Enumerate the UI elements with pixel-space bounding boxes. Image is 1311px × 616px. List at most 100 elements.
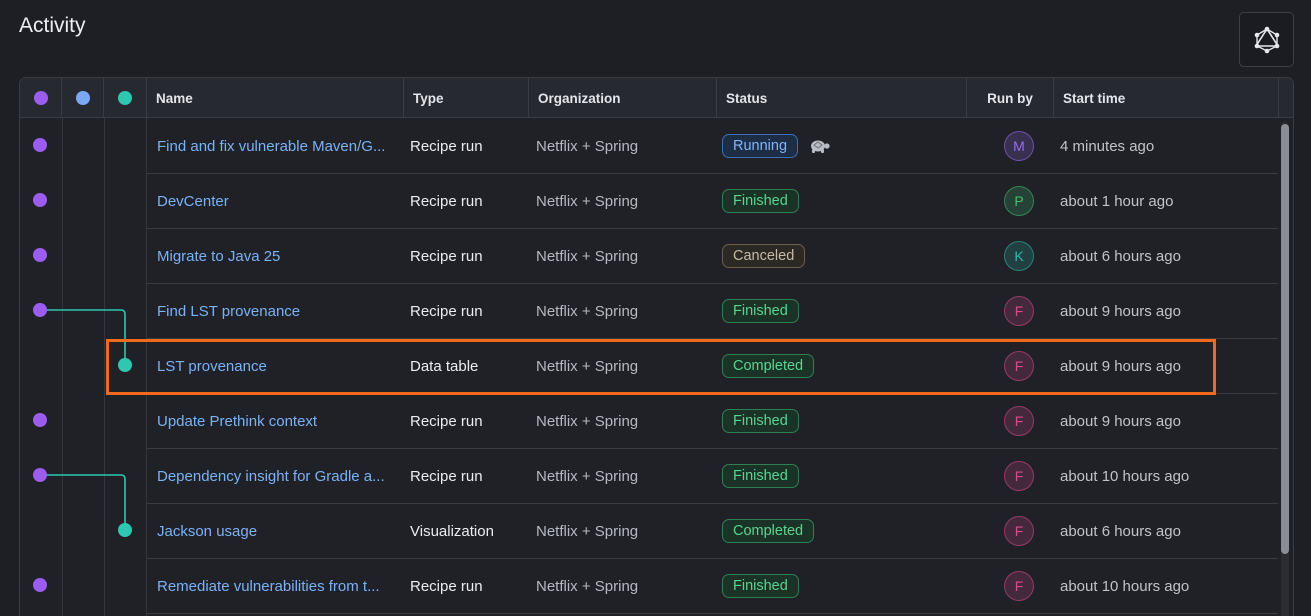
table-row[interactable]: Remediate vulnerabilities from t... Reci…: [147, 559, 1278, 614]
run-type: Recipe run: [410, 137, 483, 155]
table-row[interactable]: Find and fix vulnerable Maven/G... Recip…: [147, 119, 1278, 174]
turtle-icon: [807, 138, 831, 154]
column-header-organization[interactable]: Organization: [529, 78, 717, 118]
start-time: about 9 hours ago: [1060, 302, 1181, 320]
table-row[interactable]: Update Prethink context Recipe run Netfl…: [147, 394, 1278, 449]
table-row[interactable]: Migrate to Java 25 Recipe run Netflix + …: [147, 229, 1278, 284]
avatar[interactable]: F: [1004, 516, 1034, 546]
run-name-link[interactable]: Update Prethink context: [157, 394, 397, 448]
run-name-link[interactable]: Find and fix vulnerable Maven/G...: [157, 119, 397, 173]
run-name-link[interactable]: Jackson usage: [157, 504, 397, 558]
graph-node[interactable]: [33, 248, 47, 262]
column-header-type[interactable]: Type: [404, 78, 529, 118]
column-header-start-time[interactable]: Start time: [1054, 78, 1279, 118]
run-name-link[interactable]: Find LST provenance: [157, 284, 397, 338]
organization: Netflix + Spring: [536, 302, 639, 320]
run-type: Recipe run: [410, 192, 483, 210]
table-row[interactable]: DevCenter Recipe run Netflix + Spring Fi…: [147, 174, 1278, 229]
avatar[interactable]: F: [1004, 406, 1034, 436]
run-name-link[interactable]: Remediate vulnerabilities from t...: [157, 559, 397, 613]
column-header-name[interactable]: Name: [147, 78, 404, 118]
run-by-cell: F: [993, 559, 1045, 613]
run-type: Visualization: [410, 522, 494, 540]
avatar[interactable]: P: [1004, 186, 1034, 216]
graph-node[interactable]: [118, 523, 132, 537]
start-time: about 9 hours ago: [1060, 412, 1181, 430]
status-badge: Finished: [722, 189, 799, 213]
run-by-cell: F: [993, 284, 1045, 338]
graph-view-button[interactable]: [1239, 12, 1294, 67]
organization: Netflix + Spring: [536, 137, 639, 155]
avatar[interactable]: M: [1004, 131, 1034, 161]
table-header: Name Type Organization Status Run by Sta…: [20, 78, 1293, 118]
column-header-run-by[interactable]: Run by: [967, 78, 1054, 118]
run-by-cell: F: [993, 394, 1045, 448]
run-name-link[interactable]: DevCenter: [157, 174, 397, 228]
start-time: about 1 hour ago: [1060, 192, 1174, 210]
scrollbar-thumb[interactable]: [1281, 124, 1289, 554]
status-badge: Finished: [722, 574, 799, 598]
graph-node[interactable]: [33, 138, 47, 152]
status-badge: Completed: [722, 354, 815, 378]
run-by-cell: F: [993, 504, 1045, 558]
run-type: Recipe run: [410, 577, 483, 595]
status-cell: Finished: [722, 559, 962, 613]
start-time: about 10 hours ago: [1060, 467, 1190, 485]
status-cell: Finished: [722, 284, 962, 338]
start-time: about 9 hours ago: [1060, 357, 1181, 375]
column-header-status[interactable]: Status: [717, 78, 967, 118]
organization: Netflix + Spring: [536, 357, 639, 375]
start-time: about 10 hours ago: [1060, 577, 1190, 595]
status-badge: Finished: [722, 464, 799, 488]
run-name-link[interactable]: Migrate to Java 25: [157, 229, 397, 283]
table-row[interactable]: Dependency insight for Gradle a... Recip…: [147, 449, 1278, 504]
run-type: Data table: [410, 357, 479, 375]
run-by-cell: P: [993, 174, 1045, 228]
status-badge: Completed: [722, 519, 815, 543]
table-row[interactable]: Jackson usage Visualization Netflix + Sp…: [147, 504, 1278, 559]
avatar[interactable]: K: [1004, 241, 1034, 271]
graph-node[interactable]: [118, 358, 132, 372]
status-cell: Finished: [722, 394, 962, 448]
run-name-link[interactable]: LST provenance: [157, 339, 397, 393]
page-title: Activity: [19, 14, 86, 37]
status-cell: Finished: [722, 449, 962, 503]
run-type: Recipe run: [410, 467, 483, 485]
graph-node[interactable]: [33, 468, 47, 482]
organization: Netflix + Spring: [536, 577, 639, 595]
graph-node[interactable]: [33, 413, 47, 427]
start-time: 4 minutes ago: [1060, 137, 1155, 155]
status-cell: Finished: [722, 174, 962, 228]
run-by-cell: F: [993, 339, 1045, 393]
run-type: Recipe run: [410, 302, 483, 320]
status-badge: Running: [722, 134, 799, 158]
graph-connector: [40, 474, 126, 530]
table-row[interactable]: LST provenance Data table Netflix + Spri…: [147, 339, 1278, 394]
run-by-cell: F: [993, 449, 1045, 503]
status-cell: Canceled: [722, 229, 962, 283]
avatar[interactable]: F: [1004, 571, 1034, 601]
table-row[interactable]: Find LST provenance Recipe run Netflix +…: [147, 284, 1278, 339]
status-badge: Finished: [722, 409, 799, 433]
start-time: about 6 hours ago: [1060, 247, 1181, 265]
run-type: Recipe run: [410, 247, 483, 265]
graph-node[interactable]: [33, 303, 47, 317]
graph-node[interactable]: [33, 193, 47, 207]
status-badge: Canceled: [722, 244, 806, 268]
activity-table: Name Type Organization Status Run by Sta…: [19, 77, 1294, 616]
graph-node[interactable]: [33, 578, 47, 592]
run-graph: [33, 138, 132, 592]
status-badge: Finished: [722, 299, 799, 323]
run-name-link[interactable]: Dependency insight for Gradle a...: [157, 449, 397, 503]
avatar[interactable]: F: [1004, 351, 1034, 381]
avatar[interactable]: F: [1004, 461, 1034, 491]
graph-network-icon: [1254, 26, 1279, 53]
run-by-cell: M: [993, 119, 1045, 173]
organization: Netflix + Spring: [536, 192, 639, 210]
graph-connector: [40, 309, 126, 365]
start-time: about 6 hours ago: [1060, 522, 1181, 540]
organization: Netflix + Spring: [536, 522, 639, 540]
organization: Netflix + Spring: [536, 247, 639, 265]
run-by-cell: K: [993, 229, 1045, 283]
avatar[interactable]: F: [1004, 296, 1034, 326]
